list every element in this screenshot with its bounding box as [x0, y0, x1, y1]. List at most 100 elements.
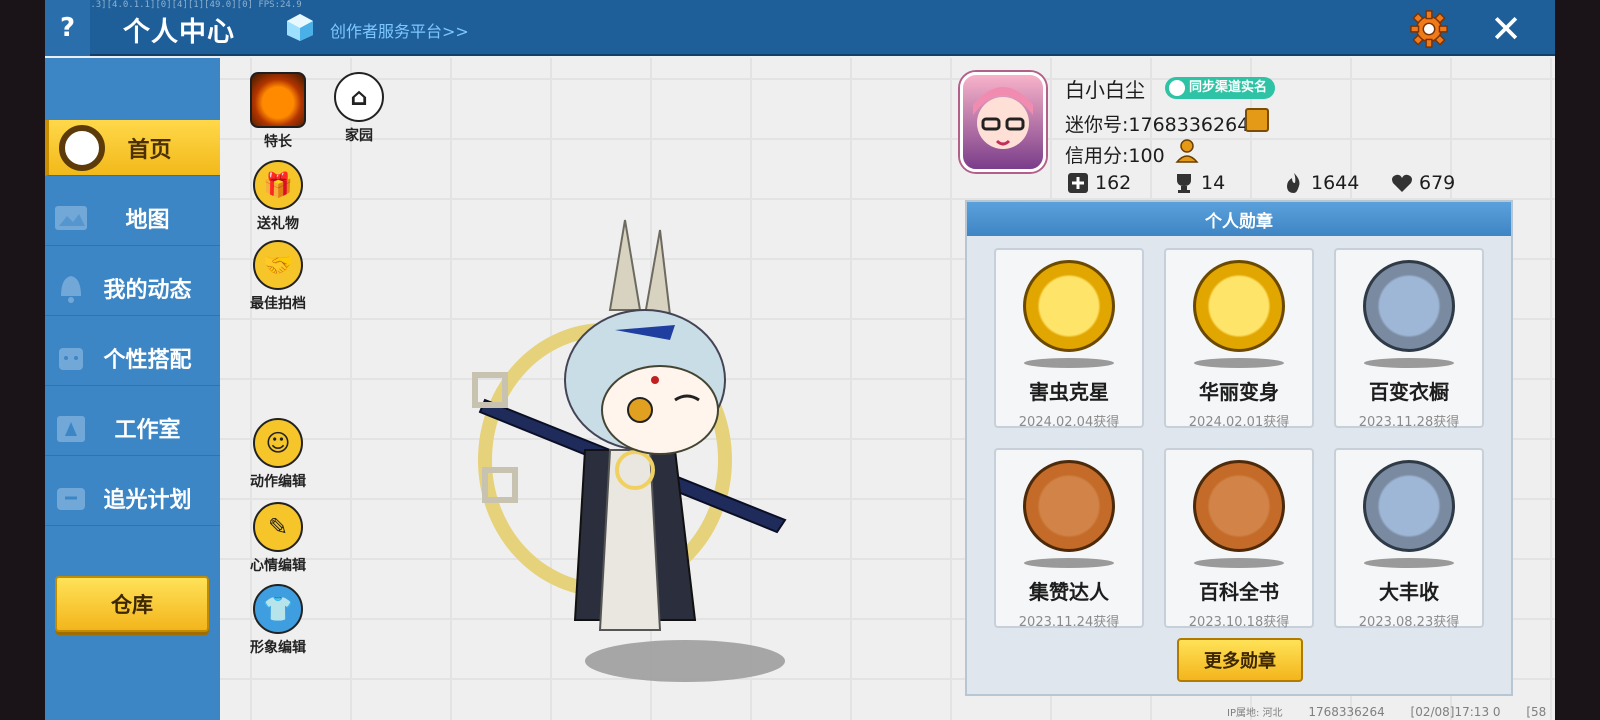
light-plan-icon: [57, 487, 85, 510]
sidebar-item-light-plan[interactable]: 追光计划: [45, 470, 220, 526]
mini-id: 迷你号:1768336264: [1065, 114, 1250, 136]
sidebar-item-label: 我的动态: [103, 277, 192, 303]
look-edit-button[interactable]: 👕 形象编辑: [238, 584, 318, 657]
more-medals-button[interactable]: 更多勋章: [1177, 638, 1303, 682]
medal-date: 2023.10.18获得: [1188, 615, 1290, 630]
medal-name: 百科全书: [1199, 580, 1279, 604]
creator-platform-link[interactable]: 创作者服务平台>>: [330, 18, 469, 42]
medal-shadow: [1364, 358, 1454, 368]
flame-icon: [1287, 173, 1300, 193]
medal-shadow: [1194, 358, 1284, 368]
gift-icon: 🎁: [253, 160, 303, 210]
wardrobe-medal-icon: [1363, 260, 1455, 352]
likes-master-medal-icon: [1023, 460, 1115, 552]
add-friend-icon: [1068, 173, 1088, 193]
medal-shadow: [1364, 558, 1454, 568]
medal-shadow: [1194, 558, 1284, 568]
map-icon: [55, 205, 87, 230]
motion-edit-button[interactable]: ☺ 动作编辑: [238, 418, 318, 491]
trophy-icon: [1177, 174, 1191, 193]
likes-stat[interactable]: 679: [1391, 172, 1455, 194]
transform-medal-icon: [1193, 260, 1285, 352]
mood-edit-label: 心情编辑: [250, 558, 306, 574]
copy-icon[interactable]: [1245, 108, 1269, 132]
home-icon: [59, 125, 105, 171]
medal-name: 百变衣橱: [1369, 380, 1449, 404]
close-icon[interactable]: ✕: [1485, 7, 1527, 51]
credit-user-icon[interactable]: [1175, 138, 1201, 164]
ip-location: IP属地: 河北: [1227, 708, 1283, 719]
house-icon: ⌂: [334, 72, 384, 122]
real-name-badge[interactable]: 同步渠道实名: [1165, 77, 1276, 99]
bell-icon: [61, 275, 81, 303]
creator-cube-icon[interactable]: [285, 12, 315, 42]
help-button[interactable]: ?: [45, 0, 90, 56]
medal-name: 害虫克星: [1029, 380, 1109, 404]
fans-stat[interactable]: 162: [1067, 172, 1131, 194]
heat-stat[interactable]: 1644: [1283, 172, 1359, 194]
sidebar: 首页 地图 我的动态 个性搭配 工作室 追光计划 仓库: [45, 58, 220, 720]
medal-shadow: [1024, 358, 1114, 368]
medal-name: 华丽变身: [1199, 380, 1279, 404]
medal-panel-header: 个人勋章: [967, 202, 1511, 236]
harvest-medal-icon: [1363, 460, 1455, 552]
sidebar-item-label: 个性搭配: [103, 347, 192, 373]
sidebar-item-label: 地图: [125, 207, 170, 233]
footer-extra: [58: [1526, 705, 1547, 719]
footer-status: IP属地: 河北 1768336264 [02/08]17:13 0 [58: [1227, 704, 1555, 719]
medal-card[interactable]: 害虫克星 2024.02.04获得: [994, 248, 1144, 430]
medal-card[interactable]: 百科全书 2023.10.18获得: [1164, 448, 1314, 630]
sidebar-item-label: 首页: [127, 137, 172, 163]
heat-count: 1644: [1311, 172, 1360, 194]
handshake-icon: 🤝: [253, 240, 303, 290]
heart-icon: [1392, 174, 1412, 192]
sidebar-item-outfit[interactable]: 个性搭配: [45, 330, 220, 386]
sidebar-item-map[interactable]: 地图: [45, 190, 220, 246]
honor-count: 14: [1201, 172, 1226, 194]
sidebar-item-studio[interactable]: 工作室: [45, 400, 220, 456]
medal-date: 2024.02.01获得: [1188, 415, 1290, 430]
fans-count: 162: [1095, 172, 1132, 194]
avatar-portrait-icon: [973, 87, 1033, 149]
home-garden-label: 家园: [345, 128, 373, 144]
encyclopedia-medal-icon: [1193, 460, 1285, 552]
honor-stat[interactable]: 14: [1173, 172, 1225, 194]
talent-icon: [250, 72, 306, 128]
talent-button[interactable]: 特长: [238, 72, 318, 151]
medal-shadow: [1024, 558, 1114, 568]
best-partner-label: 最佳拍档: [250, 296, 306, 312]
sidebar-item-activity[interactable]: 我的动态: [45, 260, 220, 316]
player-character-avatar[interactable]: [425, 200, 825, 680]
medal-card[interactable]: 华丽变身 2024.02.01获得: [1164, 248, 1314, 430]
studio-icon: [57, 415, 85, 442]
medal-date: 2023.11.28获得: [1358, 415, 1460, 430]
profile-avatar[interactable]: [960, 72, 1046, 172]
send-gift-button[interactable]: 🎁 送礼物: [238, 160, 318, 233]
footer-id: 1768336264: [1308, 705, 1385, 719]
top-bar: Ver[1.33.3][4.0.1.1][0][4][1][49.0][0] F…: [45, 0, 1555, 56]
sidebar-item-label: 工作室: [114, 417, 181, 443]
footer-time: [02/08]17:13 0: [1410, 705, 1501, 719]
gear-icon[interactable]: [1410, 10, 1448, 48]
medal-card[interactable]: 百变衣橱 2023.11.28获得: [1334, 248, 1484, 430]
medal-card[interactable]: 大丰收 2023.08.23获得: [1334, 448, 1484, 630]
home-garden-button[interactable]: ⌂ 家园: [319, 72, 399, 145]
warehouse-button[interactable]: 仓库: [55, 576, 209, 632]
look-edit-label: 形象编辑: [250, 640, 306, 656]
send-gift-label: 送礼物: [257, 216, 299, 232]
motion-icon: ☺: [253, 418, 303, 468]
outfit-edit-icon: 👕: [253, 584, 303, 634]
page-title: 个人中心: [123, 17, 235, 48]
likes-count: 679: [1419, 172, 1456, 194]
verified-user-icon: [1169, 80, 1185, 96]
mood-edit-button[interactable]: ✎ 心情编辑: [238, 502, 318, 575]
medal-date: 2023.08.23获得: [1358, 615, 1460, 630]
medal-name: 大丰收: [1379, 580, 1439, 604]
outfit-icon: [59, 347, 83, 370]
motion-edit-label: 动作编辑: [250, 474, 306, 490]
best-partner-button[interactable]: 🤝 最佳拍档: [238, 240, 318, 313]
medal-card[interactable]: 集赞达人 2023.11.24获得: [994, 448, 1144, 630]
sidebar-item-label: 追光计划: [103, 487, 192, 513]
personal-center-window: Ver[1.33.3][4.0.1.1][0][4][1][49.0][0] F…: [45, 0, 1555, 720]
sidebar-item-home[interactable]: 首页: [45, 120, 220, 176]
